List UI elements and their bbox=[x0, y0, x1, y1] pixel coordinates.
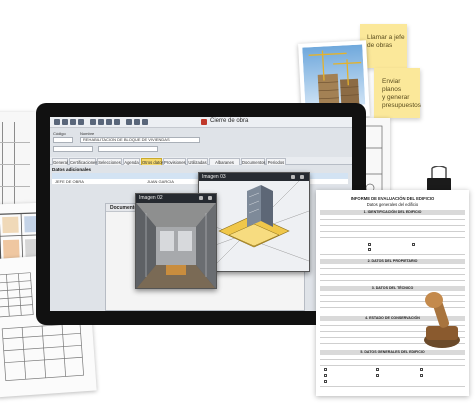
app-toolbar: Cierre de obra bbox=[50, 117, 352, 128]
section-title: Datos adicionales bbox=[52, 167, 92, 172]
report-section-1: 1. IDENTIFICACIÓN DEL EDIFICIO bbox=[320, 210, 465, 215]
image-viewer-back-title: Imagen 03 bbox=[202, 174, 226, 180]
tab-documentos[interactable]: Documentos bbox=[241, 158, 266, 165]
rubber-stamp-icon bbox=[414, 290, 464, 352]
options-icon[interactable] bbox=[142, 119, 148, 125]
tab-general[interactable]: General bbox=[52, 158, 68, 165]
tab-otros-datos[interactable]: Otros datos bbox=[141, 158, 164, 165]
extra-field-2[interactable] bbox=[98, 146, 158, 152]
codigo-field[interactable] bbox=[53, 137, 73, 143]
nombre-label: Nombre bbox=[80, 131, 95, 136]
note2-line2: y generar bbox=[382, 94, 410, 101]
note1-line2: de obras bbox=[367, 42, 393, 49]
record-tabs: General Certificaciones Selecciones Agen… bbox=[50, 157, 352, 165]
image-viewer-front-title: Imagen 02 bbox=[139, 195, 163, 201]
report-section-2: 2. DATOS DEL PROPIETARIO bbox=[320, 259, 465, 264]
print-icon[interactable] bbox=[126, 119, 132, 125]
last-record-icon[interactable] bbox=[78, 119, 84, 125]
minimize-icon[interactable] bbox=[199, 196, 203, 200]
tab-agenda[interactable]: Agenda bbox=[123, 158, 140, 165]
codigo-label: Código bbox=[53, 131, 66, 136]
note2-line3: presupuestos bbox=[382, 102, 422, 109]
sticky-note-send-plans: Enviar planos y generar presupuestos bbox=[374, 68, 422, 118]
tab-periodos[interactable]: Periodos bbox=[266, 158, 286, 165]
grid-cell-name: JUAN GARCIA bbox=[147, 179, 174, 184]
close-icon[interactable] bbox=[208, 196, 212, 200]
report-subtitle: Datos generales del edificio bbox=[366, 202, 419, 207]
close-icon[interactable] bbox=[300, 175, 304, 179]
tab-provisiones[interactable]: Provisiones bbox=[163, 158, 186, 165]
window-title: Cierre de obra bbox=[210, 118, 249, 124]
tab-albaranes[interactable]: Albaranes bbox=[209, 158, 240, 165]
image-viewer-front: Imagen 02 bbox=[135, 193, 217, 289]
note2-line1: Enviar planos bbox=[382, 78, 402, 93]
tab-certificaciones[interactable]: Certificaciones bbox=[69, 158, 97, 165]
first-record-icon[interactable] bbox=[54, 119, 60, 125]
note1-line1: Llamar a jefe bbox=[367, 34, 405, 41]
extra-field-1[interactable] bbox=[53, 146, 93, 152]
search-icon[interactable] bbox=[114, 119, 120, 125]
crane-photo bbox=[302, 44, 366, 108]
report-title: INFORME DE EVALUACIÓN DEL EDIFICIO bbox=[350, 196, 435, 201]
next-record-icon[interactable] bbox=[70, 119, 76, 125]
minimize-icon[interactable] bbox=[291, 175, 295, 179]
save-icon[interactable] bbox=[98, 119, 104, 125]
attach-icon[interactable] bbox=[134, 119, 140, 125]
app-window-icon bbox=[201, 119, 207, 125]
interior-construction-photo bbox=[136, 203, 216, 288]
tab-selecciones[interactable]: Selecciones bbox=[97, 158, 122, 165]
nombre-field[interactable]: REHABILITACION DE BLOQUE DE VIVIENDAS bbox=[80, 137, 200, 143]
grid-cell-role: JEFE DE OBRA bbox=[55, 179, 84, 184]
new-record-icon[interactable] bbox=[90, 119, 96, 125]
prev-record-icon[interactable] bbox=[62, 119, 68, 125]
delete-icon[interactable] bbox=[106, 119, 112, 125]
tab-utilizadas[interactable]: Utilizadas bbox=[187, 158, 208, 165]
